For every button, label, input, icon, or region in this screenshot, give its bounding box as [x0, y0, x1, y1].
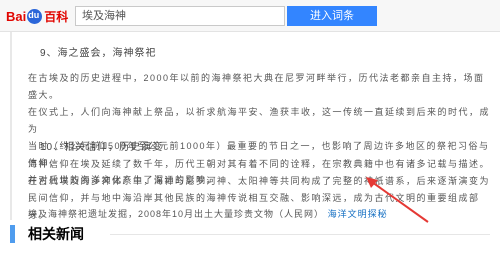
- para-line-text: 在古代埃及的多神体系中，海神与尼罗河神、太阳神等共同构成了完整的神祇谱系，后来逐…: [28, 176, 491, 186]
- article-content: 9、海之盛会，海神祭祀 在古埃及的历史进程中，2000年以前的海神祭祀大典在尼罗…: [0, 32, 500, 256]
- section-divider: [110, 234, 490, 235]
- logo-baike-text: 百科: [44, 9, 69, 24]
- section-accent-bar: [10, 225, 15, 243]
- related-news-title: 相关新闻: [28, 226, 84, 242]
- para-line: 在古埃及的历史进程中，2000年以前的海神祭祀大典在尼罗河畔举行，历代法老都亲自…: [28, 73, 485, 100]
- para-line: 在古代埃及的多神体系中，海神与尼罗河神、太阳神等共同构成了完整的神祇谱系，后来逐…: [28, 173, 490, 190]
- baidu-baike-logo[interactable]: Bai 百科: [6, 7, 68, 25]
- search-input[interactable]: 埃及海神: [75, 6, 285, 26]
- news-item-text[interactable]: 埃及海神祭祀遗址发掘，2008年10月出土大量珍贵文物（人民网）: [28, 209, 324, 219]
- section-10-title: 10、相关信仰，历史演变: [40, 142, 164, 153]
- related-news-header: 相关新闻: [0, 218, 500, 252]
- top-header-bar: Bai 百科 埃及海神 进入词条: [0, 0, 500, 32]
- article-left-rule: [10, 32, 12, 220]
- para-line: 在仪式上，人们向海神献上祭品，以祈求航海平安、渔获丰收，这一传统一直延续到后来的…: [28, 107, 491, 134]
- para-line: 海神信仰在埃及延续了数千年，历代王朝对其有着不同的诠释，在宗教典籍中也有诸多记载…: [28, 156, 490, 173]
- para-line-text: 海神信仰在埃及延续了数千年，历代王朝对其有着不同的诠释，在宗教典籍中也有诸多记载…: [28, 159, 491, 169]
- related-news-item[interactable]: 埃及海神祭祀遗址发掘，2008年10月出土大量珍贵文物（人民网） 海洋文明探秘: [28, 207, 498, 220]
- section-9-title: 9、海之盛会，海神祭祀: [40, 48, 157, 59]
- news-item-link[interactable]: 海洋文明探秘: [328, 209, 388, 219]
- paw-icon: [27, 8, 43, 24]
- enter-entry-button[interactable]: 进入词条: [287, 6, 377, 26]
- logo-text: Bai: [6, 8, 27, 24]
